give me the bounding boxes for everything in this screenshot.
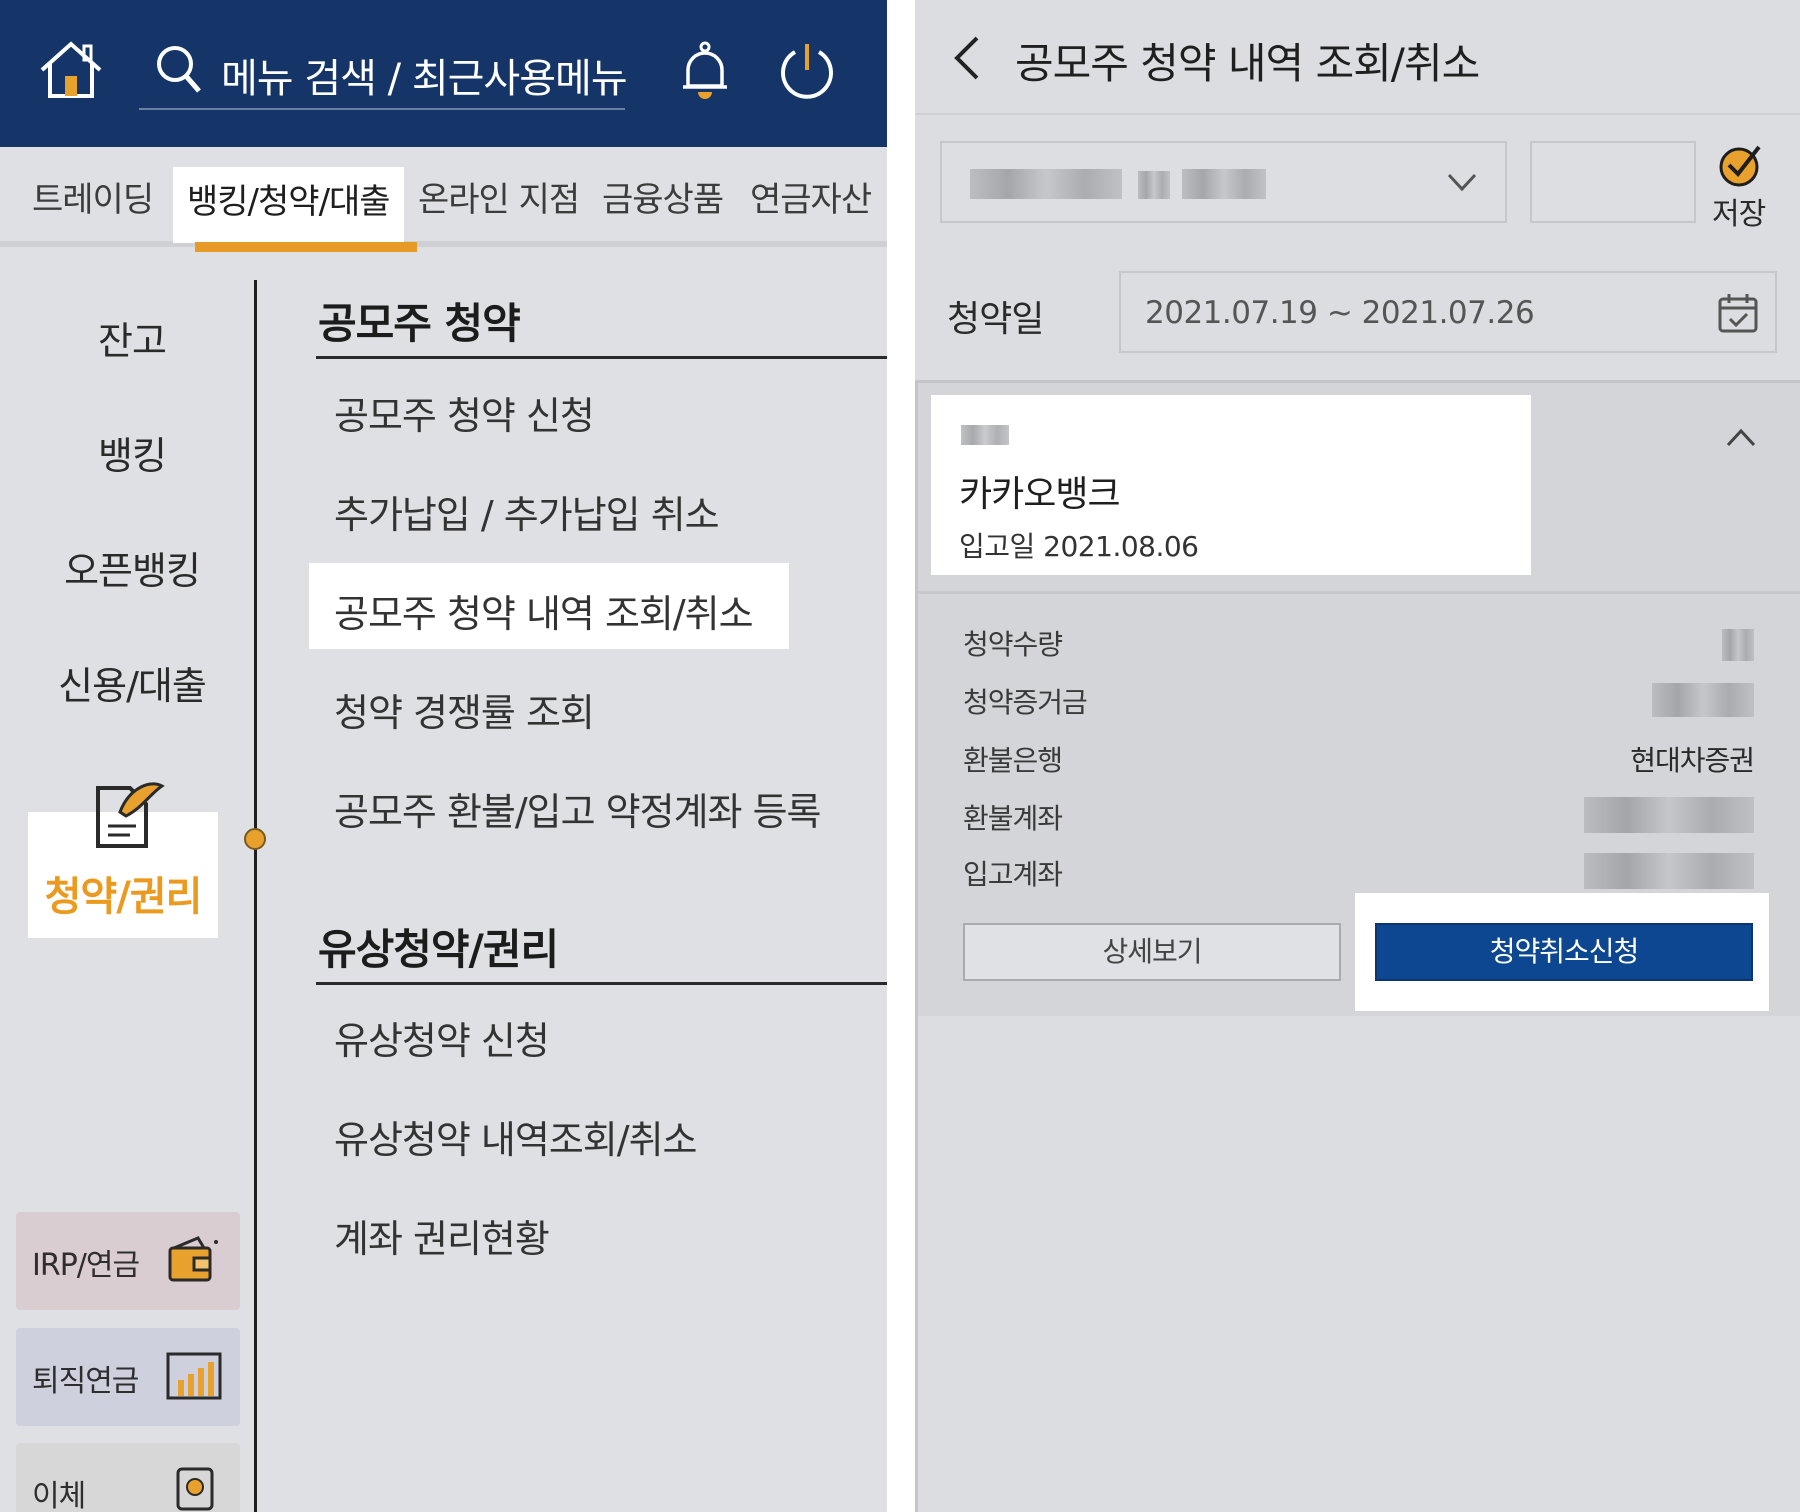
row-label-refund-account: 환불계좌 [963, 802, 1063, 835]
detail-button[interactable]: 상세보기 [963, 923, 1341, 981]
category-tabs: 트레이딩 뱅킹/청약/대출 온라인 지점 금융상품 연금자산 [0, 147, 887, 247]
masked-quantity [1722, 629, 1754, 661]
search-icon [157, 46, 201, 93]
shortcut-transfer[interactable]: 이체 [16, 1443, 240, 1512]
date-range-value: 2021.07.19 ~ 2021.07.26 [1145, 295, 1535, 331]
menu-search[interactable]: 메뉴 검색 / 최근사용메뉴 [139, 38, 628, 110]
tab-banking[interactable]: 뱅킹/청약/대출 [173, 167, 404, 243]
side-nav-open-banking[interactable]: 오픈뱅킹 [4, 540, 260, 595]
ipo-history-screen: 공모주 청약 내역 조회/취소 저장 청약일 2021.07.19 ~ 2021… [915, 0, 1800, 1512]
menu-item-rights-apply[interactable]: 유상청약 신청 [334, 1010, 550, 1065]
nav-timeline-marker [244, 828, 266, 850]
menu-panel: 메뉴 검색 / 최근사용메뉴 트레이딩 뱅킹/청약/대출 온라인 지점 금융상품… [0, 0, 887, 1512]
menu-item-competition-rate[interactable]: 청약 경쟁률 조회 [334, 682, 595, 737]
active-tab-indicator [195, 242, 417, 252]
page-title: 공모주 청약 내역 조회/취소 [1015, 39, 1480, 88]
section-title-ipo: 공모주 청약 [318, 299, 521, 348]
masked-account-name [1182, 169, 1266, 199]
menu-item-additional-payment[interactable]: 추가납입 / 추가납입 취소 [334, 484, 720, 539]
chevron-down-icon [1447, 173, 1477, 192]
card-bank-name: 카카오뱅크 [959, 474, 1121, 515]
home-icon[interactable] [38, 40, 104, 100]
tab-online-branch[interactable]: 온라인 지점 [418, 165, 580, 243]
account-filter: 저장 [915, 117, 1800, 250]
shortcut-transfer-label: 이체 [32, 1479, 86, 1512]
bar-chart-icon [166, 1352, 222, 1400]
menu-item-refund-account[interactable]: 공모주 환불/입고 약정계좌 등록 [334, 781, 822, 836]
bell-icon[interactable] [680, 40, 730, 102]
menu-item-ipo-history[interactable]: 공모주 청약 내역 조회/취소 [334, 583, 754, 638]
row-value-refund-bank: 현대차증권 [1630, 744, 1755, 777]
tab-trading[interactable]: 트레이딩 [32, 165, 154, 243]
wallet-icon [168, 1236, 218, 1282]
card-divider [915, 591, 1800, 594]
panel-divider [887, 0, 915, 1512]
masked-deposit [1652, 683, 1754, 717]
date-label: 청약일 [947, 299, 1044, 340]
menu-item-ipo-apply[interactable]: 공모주 청약 신청 [334, 385, 595, 440]
menu-item-rights-history[interactable]: 유상청약 내역조회/취소 [334, 1109, 697, 1164]
section-divider [316, 982, 887, 985]
transfer-icon [176, 1467, 214, 1511]
check-circle-icon[interactable] [1717, 141, 1765, 189]
search-placeholder: 메뉴 검색 / 최근사용메뉴 [221, 56, 628, 102]
menu-item-account-rights[interactable]: 계좌 권리현황 [334, 1208, 550, 1263]
row-label-refund-bank: 환불은행 [963, 744, 1063, 777]
password-field[interactable] [1530, 141, 1696, 223]
top-bar: 메뉴 검색 / 최근사용메뉴 [0, 0, 887, 147]
section-title-rights: 유상청약/권리 [318, 925, 559, 974]
calendar-icon[interactable] [1717, 291, 1759, 335]
masked-account-number [1138, 171, 1170, 199]
tab-pension-assets[interactable]: 연금자산 [750, 165, 872, 243]
masked-account-number [970, 169, 1122, 199]
row-label-quantity: 청약수량 [963, 628, 1063, 661]
masked-deposit-account [1584, 853, 1754, 889]
masked-refund-account [1584, 797, 1754, 833]
masked-stock-name [961, 425, 1009, 445]
side-nav-banking[interactable]: 뱅킹 [4, 425, 260, 480]
back-arrow-icon[interactable] [949, 34, 985, 82]
card-receipt-date: 입고일 2021.08.06 [959, 530, 1199, 563]
shortcut-retirement-pension[interactable]: 퇴직연금 [16, 1328, 240, 1426]
account-select[interactable] [940, 141, 1507, 223]
row-label-deposit: 청약증거금 [963, 686, 1088, 719]
chevron-up-icon[interactable] [1724, 423, 1758, 451]
card-border [915, 380, 918, 1512]
side-nav-credit-loan[interactable]: 신용/대출 [4, 655, 260, 710]
document-quill-icon [96, 782, 165, 848]
cancel-subscription-button[interactable]: 청약취소신청 [1375, 923, 1753, 981]
date-range-field[interactable]: 2021.07.19 ~ 2021.07.26 [1119, 271, 1777, 353]
subscription-card: 카카오뱅크 입고일 2021.08.06 청약수량 청약증거금 환불은행 현대차… [915, 380, 1800, 1016]
section-divider [316, 356, 887, 359]
shortcut-irp[interactable]: IRP/연금 [16, 1212, 240, 1310]
shortcut-retirement-label: 퇴직연금 [32, 1364, 139, 1399]
row-label-deposit-account: 입고계좌 [963, 858, 1063, 891]
shortcut-irp-label: IRP/연금 [32, 1248, 140, 1283]
side-nav-balance[interactable]: 잔고 [4, 310, 260, 365]
side-nav-subscription-label: 청약/권리 [44, 874, 203, 920]
screen-header: 공모주 청약 내역 조회/취소 [915, 0, 1800, 115]
tab-financial-products[interactable]: 금융상품 [602, 165, 724, 243]
card-header[interactable]: 카카오뱅크 입고일 2021.08.06 [931, 395, 1531, 575]
save-label[interactable]: 저장 [1712, 189, 1766, 233]
power-icon[interactable] [778, 40, 836, 100]
